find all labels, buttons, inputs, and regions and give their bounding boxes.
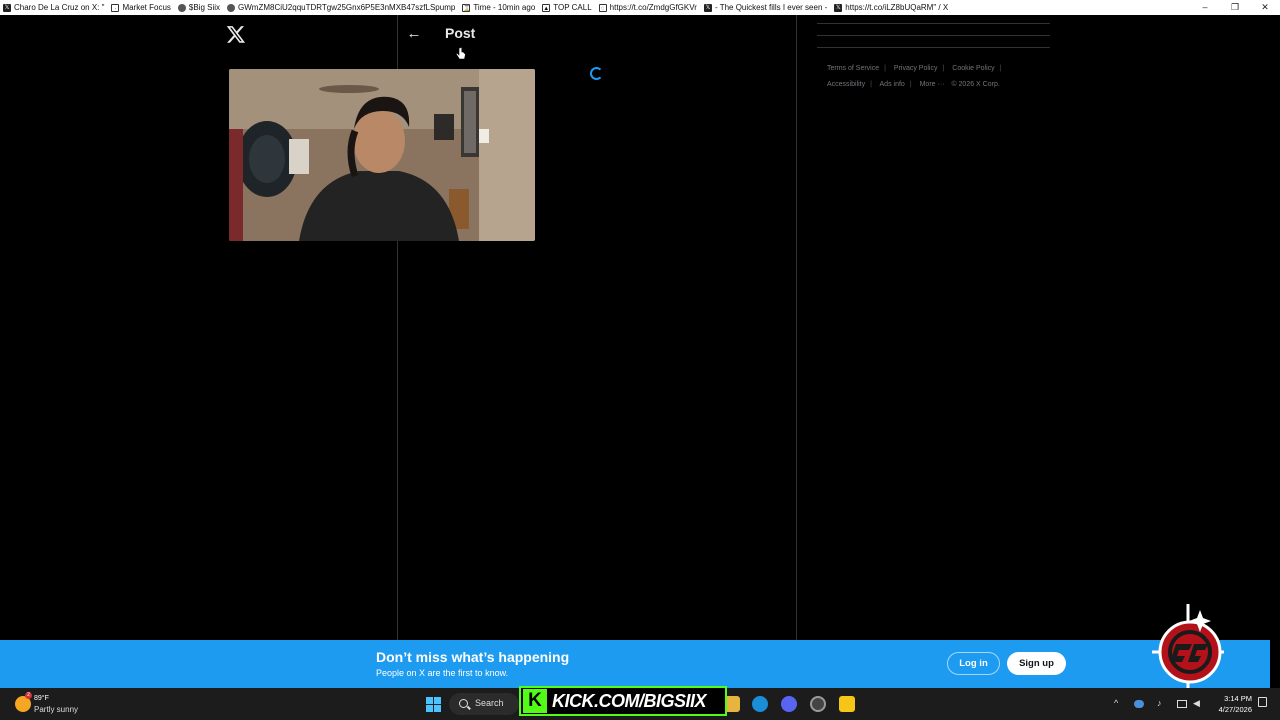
page-icon: ◌ (598, 3, 607, 12)
tab-label: TOP CALL (553, 3, 592, 12)
back-button[interactable]: ← (403, 23, 425, 45)
tab-label: $Big Siix (188, 3, 221, 12)
divider (817, 47, 1050, 48)
notification-badge: 2 (25, 692, 32, 699)
page-icon (177, 3, 186, 12)
loading-spinner-icon (590, 67, 603, 80)
tab-label: - The Quickest fills I ever seen - (714, 3, 828, 12)
browser-tab[interactable]: 𝕏 Charo De La Cruz on X: " (0, 0, 108, 15)
weather-description[interactable]: Partly sunny (34, 705, 78, 714)
search-icon (459, 699, 468, 708)
close-button[interactable]: ✕ (1250, 0, 1280, 15)
taskbar-search[interactable]: Search (449, 693, 519, 715)
signup-banner: Don’t miss what’s happening People on X … (0, 640, 1270, 688)
x-logo-icon[interactable] (226, 24, 246, 44)
kick-channel-overlay: K KICK.COM/BIGSIIX (519, 686, 727, 716)
page-title: Post (445, 25, 476, 41)
x-icon: 𝕏 (3, 3, 11, 12)
copyright-text: © 2026 X Corp. (951, 81, 1000, 88)
network-icon[interactable] (1177, 700, 1187, 708)
footer-link-accessibility[interactable]: Accessibility (827, 81, 865, 88)
column-divider (796, 15, 797, 640)
stream-logo-icon (1152, 604, 1224, 696)
window-controls: – ❐ ✕ (1190, 0, 1280, 15)
post-media-image[interactable] (229, 69, 535, 241)
page-icon (227, 3, 236, 12)
browser-tab[interactable]: 𝕏https://t.co/iLZ8bUQaRM" / X (831, 0, 952, 15)
footer-link-terms[interactable]: Terms of Service (827, 65, 879, 72)
app-icon[interactable] (839, 696, 855, 712)
tab-label: GWmZM8CiU2qquTDRTgw25Gnx6P5E3nMXB47szfLS… (238, 3, 456, 12)
browser-tab-strip: 𝕏 Charo De La Cruz on X: " · Market Focus … (0, 0, 1280, 15)
footer-links: Terms of Service | Privacy Policy | Cookie… (827, 65, 1002, 88)
notification-center-icon[interactable] (1258, 697, 1267, 707)
weather-temperature[interactable]: 89°F (34, 695, 49, 702)
browser-tab[interactable]: GWmZM8CiU2qquTDRTgw25Gnx6P5E3nMXB47szfLS… (224, 0, 459, 15)
maximize-button[interactable]: ❐ (1220, 0, 1250, 15)
tab-label: Market Focus (122, 3, 171, 12)
webcam-photo (229, 69, 535, 241)
browser-tab[interactable]: ⌛ Time - 10min ago (459, 0, 539, 15)
search-label: Search (475, 698, 504, 708)
tab-label: https://t.co/iLZ8bUQaRM" / X (845, 3, 949, 12)
browser-tab[interactable]: · Market Focus (108, 0, 174, 15)
divider (817, 23, 1050, 24)
tab-label: Charo De La Cruz on X: " (14, 3, 105, 12)
footer-link-ads-info[interactable]: Ads info (880, 81, 905, 88)
kick-logo-icon: K (523, 689, 547, 713)
page-icon: · (111, 3, 120, 12)
tab-label: Time - 10min ago (473, 3, 536, 12)
page-content: ← Post Terms of Service | Privacy Policy… (0, 15, 1280, 640)
login-button[interactable]: Log in (947, 652, 1000, 675)
divider (817, 35, 1050, 36)
clock-date[interactable]: 4/27/2026 (1212, 705, 1252, 714)
tray-overflow-icon[interactable]: ^ (1114, 698, 1118, 708)
footer-link-privacy[interactable]: Privacy Policy (894, 65, 938, 72)
tab-label: https://t.co/ZmdgGfGKVr (609, 3, 697, 12)
signup-button[interactable]: Sign up (1007, 652, 1066, 675)
discord-icon[interactable] (781, 696, 797, 712)
page-icon: ▲ (542, 3, 551, 12)
back-arrow-icon: ← (406, 25, 422, 42)
kick-channel-text: KICK.COM/BIGSIIX (552, 690, 707, 711)
browser-tab[interactable]: ◌ https://t.co/ZmdgGfGKVr (596, 0, 701, 15)
chrome-icon[interactable] (810, 696, 826, 712)
browser-tab[interactable]: $Big Siix (175, 0, 224, 15)
volume-icon[interactable]: ◀ (1193, 698, 1200, 709)
edge-browser-icon[interactable] (752, 696, 768, 712)
browser-tab[interactable]: 𝕏- The Quickest fills I ever seen - (701, 0, 831, 15)
x-icon: 𝕏 (834, 3, 843, 12)
x-icon: 𝕏 (703, 3, 712, 12)
hourglass-icon: ⌛ (462, 3, 471, 12)
minimize-button[interactable]: – (1190, 0, 1220, 15)
browser-tab[interactable]: ▲ TOP CALL (539, 0, 595, 15)
footer-link-more[interactable]: More ··· (920, 81, 945, 88)
banner-subtitle: People on X are the first to know. (376, 668, 509, 678)
clock-time[interactable]: 3:14 PM (1222, 694, 1252, 703)
footer-link-cookie[interactable]: Cookie Policy (952, 65, 994, 72)
microphone-icon[interactable]: ♪ (1157, 698, 1162, 708)
hand-cursor-icon (456, 47, 466, 60)
windows-start-icon[interactable] (426, 697, 441, 712)
onedrive-icon[interactable] (1134, 700, 1144, 708)
banner-title: Don’t miss what’s happening (376, 649, 570, 665)
